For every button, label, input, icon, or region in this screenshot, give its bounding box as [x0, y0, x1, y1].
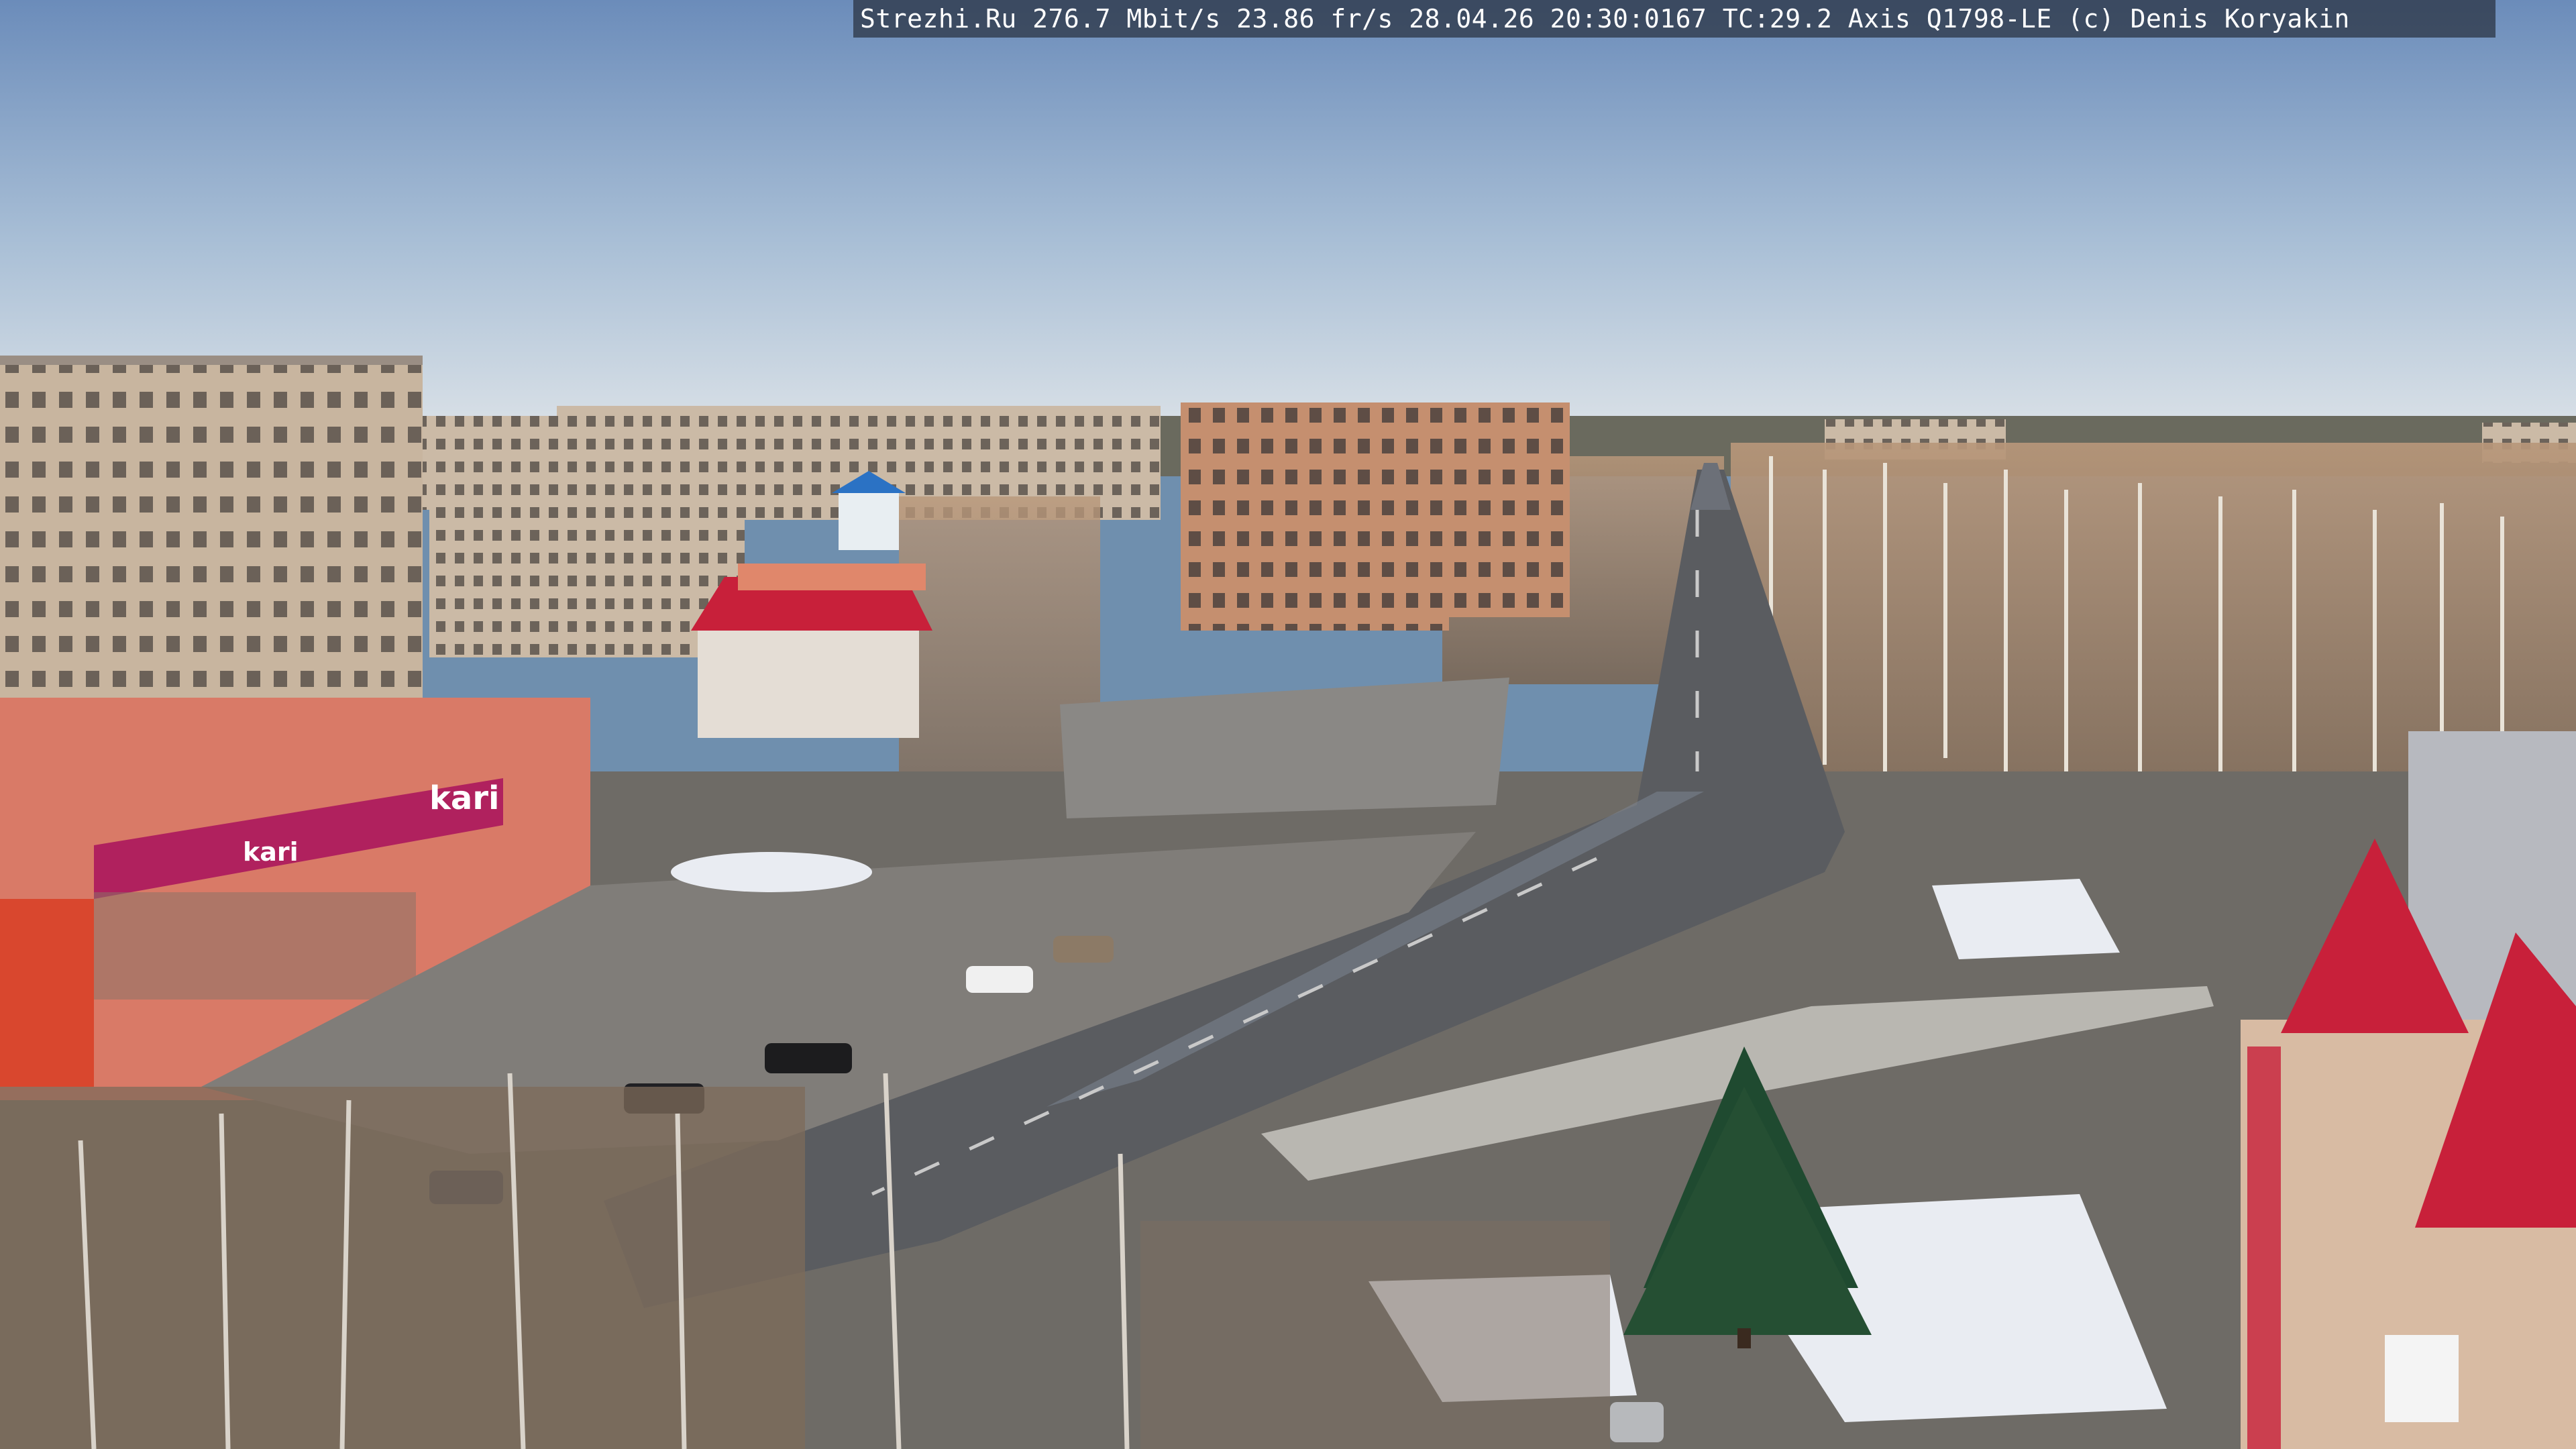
webcam-scene	[0, 0, 2576, 1449]
brick-tower-center	[1181, 402, 1570, 631]
red-roof-building	[691, 564, 932, 738]
kari-sign-small: kari	[243, 837, 299, 867]
central-plaza	[1060, 678, 1509, 818]
camera-info-overlay: Strezhi.Ru 276.7 Mbit/s 23.86 fr/s 28.04…	[853, 0, 2496, 38]
apartment-building-mid	[429, 510, 745, 657]
kari-sign-large: kari	[429, 780, 500, 817]
